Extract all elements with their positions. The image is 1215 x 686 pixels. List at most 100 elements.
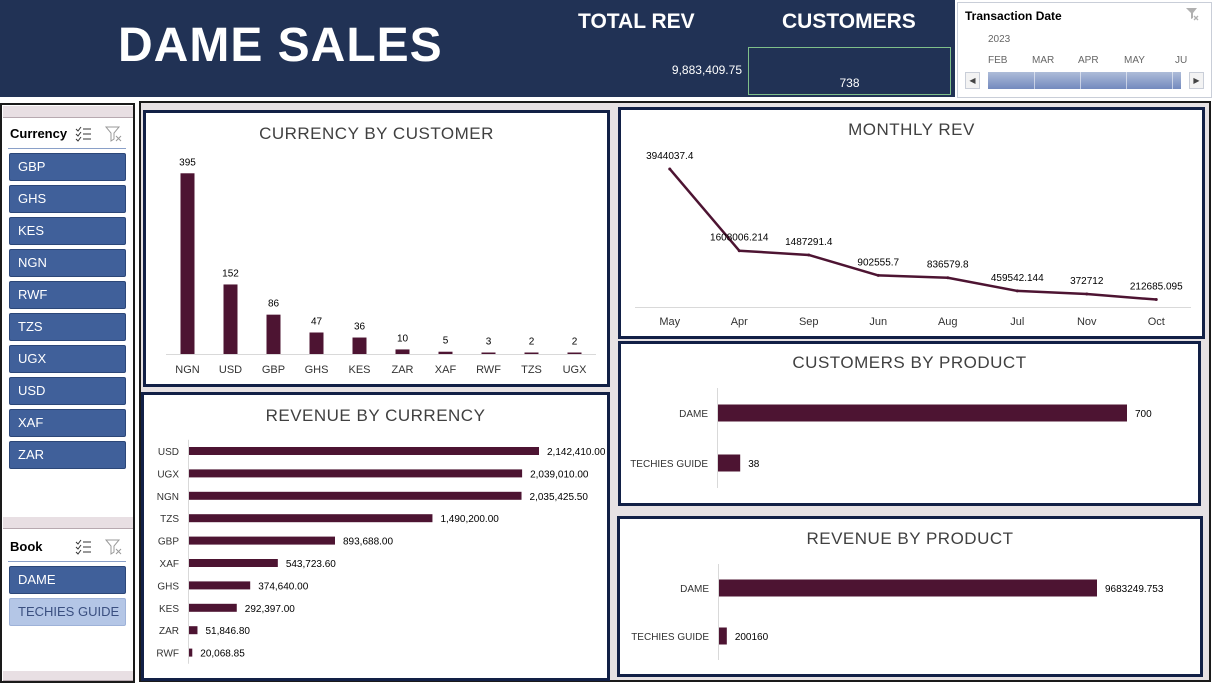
bar [180,173,195,354]
dashboard: DAME SALES TOTAL REV CUSTOMERS 9,883,409… [0,0,1215,686]
multi-select-icon[interactable] [75,539,91,555]
x-tick-label: KES [348,364,370,376]
bar [266,314,281,354]
data-label: 2 [572,337,578,348]
timeline-month-label[interactable]: MAR [1032,55,1054,66]
y-tick-label: DAME [679,409,708,420]
timeline-month-label[interactable]: APR [1078,55,1099,66]
x-tick-label: Oct [1148,316,1165,328]
bar [719,627,727,645]
header-banner: DAME SALES TOTAL REV CUSTOMERS 9,883,409… [0,0,955,97]
data-label: 700 [1135,409,1152,420]
bar [524,352,539,354]
slicer-top-strip [3,517,133,529]
x-tick-label: Jul [1010,316,1024,328]
multi-select-icon[interactable] [75,126,91,142]
data-label: 2,035,425.50 [530,492,589,503]
data-label: 36 [354,322,366,333]
x-tick-label: Sep [799,316,819,328]
data-label: 836579.8 [927,260,969,271]
data-point [1015,289,1019,293]
currency-by-customer-panel: CURRENCY BY CUSTOMER 395 NGN 152 USD 86 GBP 47… [143,110,610,387]
x-tick-label: Jun [869,316,887,328]
data-point [1085,292,1089,296]
data-label: 3 [486,337,492,348]
book-item-dame[interactable]: DAME [9,566,126,594]
customers-value-cell[interactable]: 738 [748,47,951,95]
customers-value: 738 [839,76,860,90]
x-tick-label: ZAR [392,364,414,376]
data-point [946,276,950,280]
customers-by-product-panel: CUSTOMERS BY PRODUCT 700 DAME 38 TECHIES GU… [618,341,1201,506]
bar [223,284,238,354]
currency-item-zar[interactable]: ZAR [9,441,126,469]
scroll-left-arrow-icon[interactable]: ◀ [965,72,980,89]
y-tick-label: TECHIES GUIDE [631,632,709,643]
currency-item-rwf[interactable]: RWF [9,281,126,309]
revenue-by-currency-chart: 2,142,410.00 USD 2,039,010.00 UGX 2,035,425.… [156,439,606,664]
currency-item-tzs[interactable]: TZS [9,313,126,341]
x-tick-label: TZS [521,364,542,376]
timeline-divider [1126,72,1127,89]
bar [718,454,741,472]
y-tick-label: DAME [680,584,709,595]
total-rev-label: TOTAL REV [578,10,695,33]
bar [718,404,1127,422]
data-label: 292,397.00 [245,604,295,615]
data-label: 1487291.4 [785,237,833,248]
scroll-right-arrow-icon[interactable]: ▶ [1189,72,1204,89]
monthly-rev-chart: 3944037.4 May 1608006.214 Apr 1487291.4 Sep 90… [635,151,1191,328]
transaction-date-timeline[interactable]: Transaction Date 2023 FEB MAR APR MAY JU… [957,2,1212,98]
currency-item-ngn[interactable]: NGN [9,249,126,277]
bar [189,581,251,590]
bar [309,332,324,354]
bar [567,352,582,354]
data-label: 2 [529,337,535,348]
x-tick-label: GBP [262,364,285,376]
timeline-month-label[interactable]: JU [1175,55,1187,66]
data-label: 20,068.85 [200,649,245,660]
bar [481,352,496,354]
currency-item-ugx[interactable]: UGX [9,345,126,373]
data-label: 374,640.00 [258,581,308,592]
data-point [1154,298,1158,302]
timeline-month-label[interactable]: MAY [1124,55,1145,66]
clear-filter-icon[interactable] [1185,7,1199,21]
y-tick-label: UGX [157,469,179,480]
data-label: 1,490,200.00 [440,514,499,525]
timeline-divider [1080,72,1081,89]
slicer-divider [8,148,126,149]
clear-filter-icon[interactable] [104,126,122,142]
timeline-divider [1172,72,1173,89]
data-label: 212685.095 [1130,282,1183,293]
x-tick-label: UGX [563,364,588,376]
data-label: 893,688.00 [343,537,393,548]
currency-item-gbp[interactable]: GBP [9,153,126,181]
book-item-techies-guide[interactable]: TECHIES GUIDE [9,598,126,626]
currency-item-xaf[interactable]: XAF [9,409,126,437]
timeline-month-label[interactable]: FEB [988,55,1007,66]
clear-filter-icon[interactable] [104,539,122,555]
data-label: 9683249.753 [1105,584,1164,595]
data-label: 3944037.4 [646,151,694,162]
timeline-title: Transaction Date [965,9,1062,23]
data-label: 38 [748,459,760,470]
slicer-bottom-strip [3,671,133,681]
y-tick-label: GBP [158,537,179,548]
bar [438,351,453,354]
book-slicer-title: Book [10,539,43,554]
bar [189,626,198,635]
y-tick-label: RWF [156,649,179,660]
data-label: 2,142,410.00 [547,447,606,458]
x-tick-label: USD [219,364,242,376]
revenue-by-currency-panel: REVENUE BY CURRENCY 2,142,410.00 USD 2,039… [141,392,610,681]
data-label: 902555.7 [857,257,899,268]
y-tick-label: NGN [157,492,179,503]
currency-item-ghs[interactable]: GHS [9,185,126,213]
x-tick-label: Apr [731,316,748,328]
customers-label: CUSTOMERS [782,10,916,33]
bar [189,648,193,657]
currency-item-kes[interactable]: KES [9,217,126,245]
currency-item-usd[interactable]: USD [9,377,126,405]
timeline-selection-bar[interactable] [988,72,1181,89]
